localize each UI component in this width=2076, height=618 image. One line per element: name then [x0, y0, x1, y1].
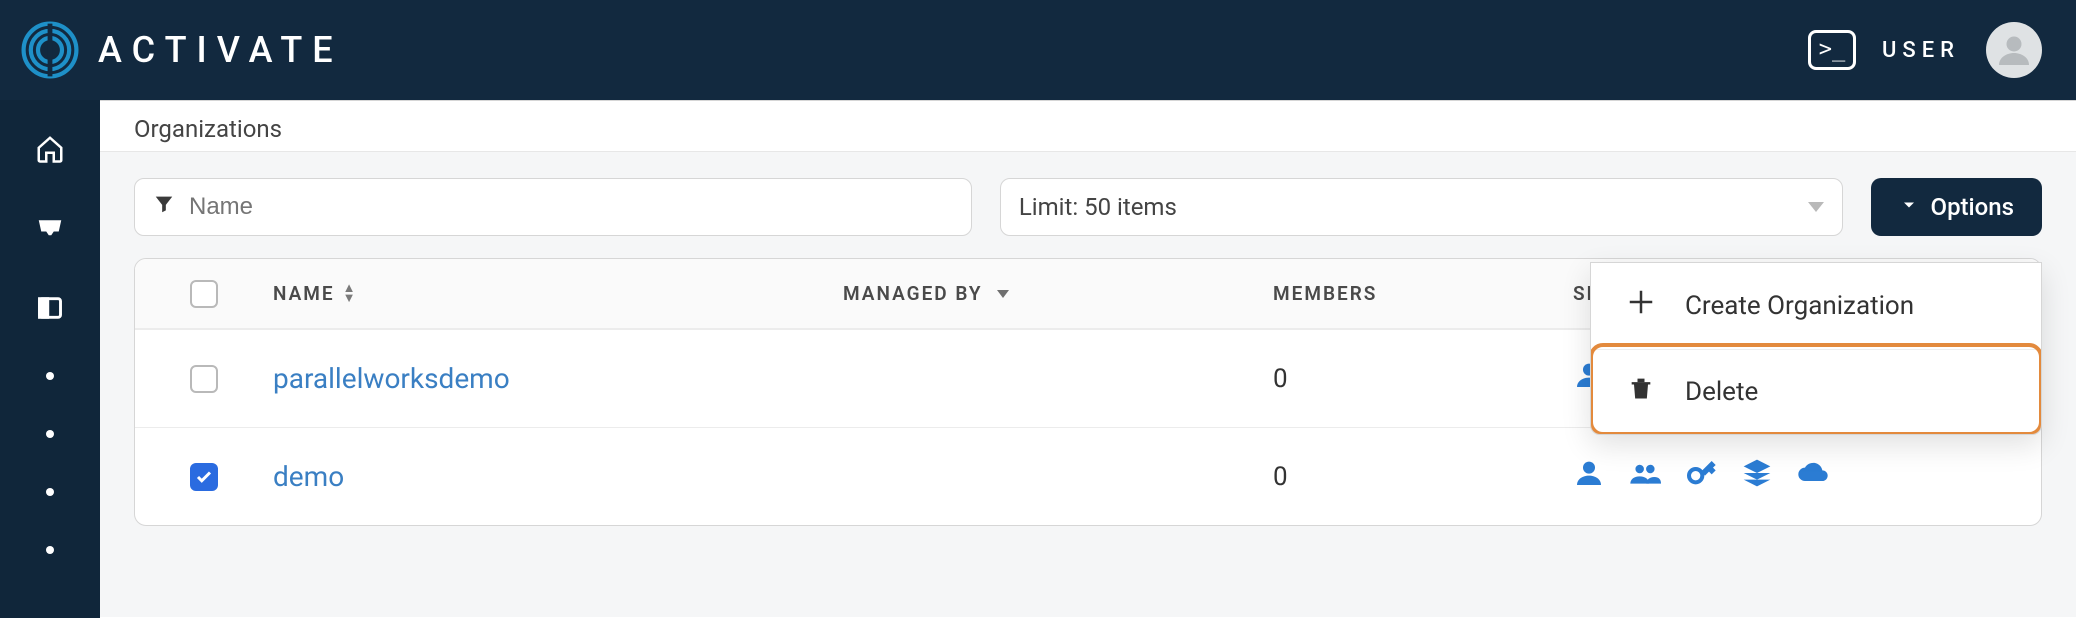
breadcrumb[interactable]: Organizations	[100, 101, 2076, 152]
avatar[interactable]	[1986, 22, 2042, 78]
members-cell: 0	[1265, 462, 1565, 492]
col-managed-by-label: MANAGED BY	[843, 282, 983, 305]
person-icon[interactable]	[1573, 457, 1605, 496]
caret-down-icon	[997, 290, 1009, 298]
sort-icon: ▲▼	[343, 284, 358, 302]
dropdown-item-create[interactable]: Create Organization	[1591, 263, 2041, 349]
col-managed-by[interactable]: MANAGED BY	[835, 282, 1265, 305]
spiral-logo-icon	[20, 20, 80, 80]
sidebar-home-icon[interactable]	[35, 134, 65, 164]
left-sidebar	[0, 100, 100, 618]
avatar-icon	[1996, 32, 2032, 68]
dropdown-item-label: Create Organization	[1685, 291, 1914, 321]
col-members[interactable]: MEMBERS	[1265, 282, 1565, 305]
select-all-cell[interactable]	[135, 280, 265, 308]
sidebar-panel-icon[interactable]	[36, 294, 64, 322]
checkbox[interactable]	[190, 365, 218, 393]
content-area: Limit: 50 items Options Create Organizat…	[100, 152, 2076, 617]
name-filter[interactable]	[134, 178, 972, 236]
org-name-link[interactable]: demo	[273, 460, 344, 493]
shared-icons-cell	[1565, 457, 2041, 496]
plus-icon	[1625, 287, 1657, 325]
brand-logo[interactable]: ACTIVATE	[20, 20, 343, 80]
trash-icon	[1625, 374, 1657, 410]
cloud-icon[interactable]	[1797, 457, 1829, 496]
col-name-label: NAME	[273, 282, 335, 305]
chevron-down-icon	[1808, 202, 1824, 212]
sidebar-dot[interactable]	[46, 430, 54, 438]
dropdown-item-delete[interactable]: Delete	[1591, 349, 2041, 434]
limit-select-label: Limit: 50 items	[1019, 193, 1177, 221]
limit-select[interactable]: Limit: 50 items	[1000, 178, 1843, 236]
checkbox-cell[interactable]	[135, 463, 265, 491]
col-members-label: MEMBERS	[1273, 282, 1377, 305]
group-icon[interactable]	[1629, 457, 1661, 496]
sidebar-dot[interactable]	[46, 372, 54, 380]
org-name-link[interactable]: parallelworksdemo	[273, 362, 510, 395]
top-bar: ACTIVATE >_ USER	[0, 0, 2076, 100]
sidebar-dot[interactable]	[46, 488, 54, 496]
sidebar-dot[interactable]	[46, 546, 54, 554]
main-panel: Organizations Limit: 50 items Options	[100, 100, 2076, 618]
filter-icon	[153, 193, 175, 221]
sidebar-inbox-icon[interactable]	[35, 214, 65, 244]
checkbox-cell[interactable]	[135, 365, 265, 393]
chevron-down-icon	[1899, 195, 1919, 220]
dropdown-item-label: Delete	[1685, 377, 1758, 407]
user-label: USER	[1882, 38, 1960, 63]
members-cell: 0	[1265, 364, 1565, 394]
terminal-button[interactable]: >_	[1808, 30, 1856, 70]
filter-row: Limit: 50 items Options Create Organizat…	[134, 178, 2042, 236]
table-row[interactable]: demo 0	[135, 427, 2041, 525]
checkbox[interactable]	[190, 463, 218, 491]
options-dropdown: Create Organization Delete	[1590, 262, 2042, 435]
options-button-label: Options	[1931, 193, 2014, 221]
checkbox[interactable]	[190, 280, 218, 308]
layers-icon[interactable]	[1741, 457, 1773, 496]
brand-name: ACTIVATE	[98, 29, 343, 71]
terminal-icon: >_	[1819, 39, 1846, 61]
col-name[interactable]: NAME ▲▼	[265, 282, 835, 305]
options-button[interactable]: Options	[1871, 178, 2042, 236]
name-filter-input[interactable]	[189, 193, 953, 221]
key-icon[interactable]	[1685, 457, 1717, 496]
